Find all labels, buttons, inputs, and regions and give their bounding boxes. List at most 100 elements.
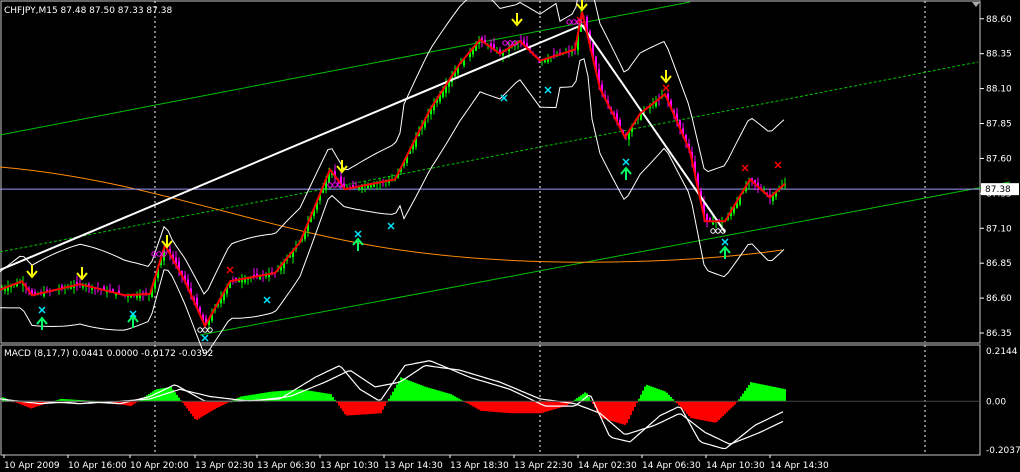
macd-bar-positive [398,380,400,402]
macd-bar-positive [276,391,278,402]
price-tick-label: 88.10 [986,85,1012,95]
cyan-cross-marker [721,238,729,246]
macd-bar-positive [402,378,404,402]
macd-bar-negative [188,401,190,412]
macd-bar-negative [214,401,216,410]
macd-bar-negative [678,401,680,406]
marker-circle [571,19,577,25]
white-circle-marker [197,327,213,333]
macd-bar-positive [280,390,282,402]
macd-bar-positive [168,387,170,402]
macd-bar-negative [514,401,516,414]
macd-bar-negative [374,401,376,414]
macd-bar-negative [610,401,612,421]
macd-bar-negative [720,401,722,419]
macd-bar-positive [152,391,154,402]
macd-bar-negative [620,401,622,424]
macd-bar-negative [216,401,218,408]
macd-bar-negative [500,401,502,413]
marker-circle [202,327,208,333]
macd-bar-negative [208,401,210,413]
macd-bar-negative [712,401,714,423]
sell-arrow-icon [660,70,672,84]
macd-bar-positive [658,389,660,402]
macd-bar-negative [198,401,200,419]
macd-bar-positive [776,387,778,402]
macd-bar-negative [346,401,348,416]
time-tick-label: 13 Apr 14:30 [384,461,443,471]
macd-bar-positive [328,393,330,402]
macd-tick-label: -0.2037 [986,446,1020,456]
macd-bar-negative [628,401,630,420]
macd-bar-positive [642,390,644,402]
marker-circle [207,327,213,333]
macd-bar-negative [726,401,728,413]
macd-bar-negative [470,401,472,406]
price-tick-label: 87.85 [986,120,1012,130]
price-tick-label: 88.35 [986,50,1012,60]
forex-chart[interactable]: 88.6088.3588.1087.8587.6087.3587.1086.85… [0,0,1020,472]
macd-bar-positive [744,390,746,402]
macd-bar-negative [530,401,532,414]
macd-bar-negative [212,401,214,411]
macd-bar-positive [308,390,310,402]
macd-bar-positive [414,382,416,402]
macd-bar-positive [306,390,308,402]
macd-bar-negative [504,401,506,413]
macd-bar-negative [472,401,474,407]
macd-bar-negative [492,401,494,412]
macd-bar-positive [174,392,176,402]
macd-bar-negative [518,401,520,414]
macd-bar-negative [368,401,370,415]
macd-bar-positive [410,381,412,402]
shift-marker-icon [972,2,980,7]
macd-bar-positive [644,386,646,402]
macd-tick-label: 0.2144 [986,347,1018,357]
macd-bar-positive [740,396,742,402]
macd-bar-negative [342,401,344,412]
macd-bar-positive [670,396,672,402]
macd-bar-negative [218,401,220,408]
macd-bar-negative [512,401,514,414]
macd-bar-negative [204,401,206,416]
macd-bar-negative [556,401,558,409]
macd-bar-negative [378,401,380,414]
macd-bar-positive [780,388,782,402]
marker-circle [502,40,508,46]
macd-bar-positive [412,381,414,402]
sell-arrow-icon [336,160,348,174]
macd-bar-positive [424,386,426,402]
macd-bar-positive [454,396,456,402]
macd-bar-positive [664,391,666,402]
macd-bar-negative [210,401,212,412]
macd-bar-positive [326,393,328,402]
macd-bar-negative [624,401,626,425]
macd-bar-negative [474,401,476,408]
macd-bar-positive [640,394,642,402]
macd-bar-positive [432,388,434,402]
macd-bar-positive [298,389,300,402]
macd-bar-positive [656,388,658,402]
marker-circle [715,228,721,234]
macd-bar-positive [322,392,324,402]
macd-bar-positive [782,388,784,402]
signal-line [0,364,784,445]
time-tick-label: 13 Apr 22:30 [514,461,573,471]
time-tick-label: 10 Apr 16:00 [68,461,127,471]
macd-bar-negative [632,401,634,411]
macd-bar-negative [376,401,378,414]
macd-bar-positive [312,391,314,402]
macd-bar-positive [440,391,442,402]
macd-bar-negative [34,401,36,408]
macd-bar-negative [354,401,356,416]
macd-bar-negative [622,401,624,425]
macd-bar-positive [646,384,648,402]
macd-bar-negative [528,401,530,414]
macd-bar-positive [156,389,158,402]
macd-bar-positive [146,395,148,402]
macd-bar-negative [734,401,736,405]
macd-bar-negative [694,401,696,419]
macd-bar-negative [704,401,706,421]
macd-bar-negative [696,401,698,420]
macd-bar-negative [714,401,716,423]
